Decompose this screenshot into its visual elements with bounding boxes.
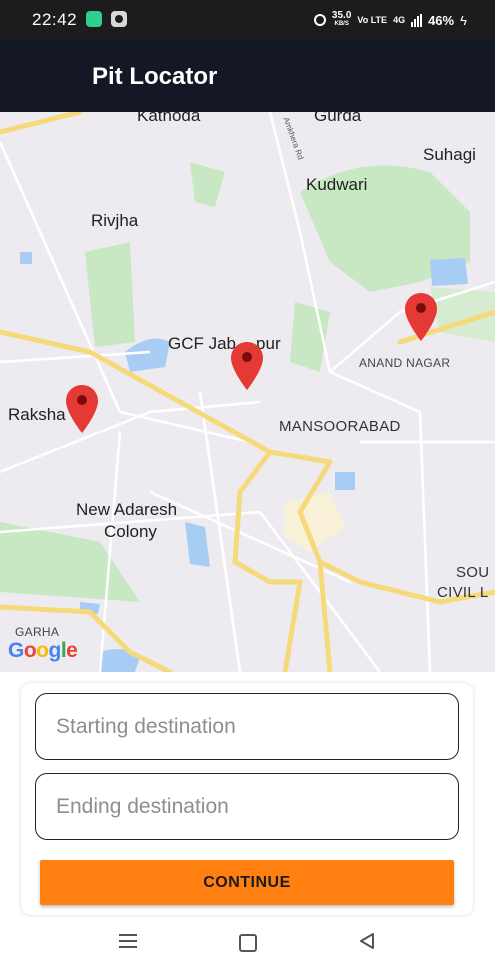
place-label-civil-lines: CIVIL L [437, 584, 489, 601]
app-title: Pit Locator [92, 63, 218, 90]
app-bar: Pit Locator [0, 40, 495, 112]
place-label-mansoorabad: MANSOORABAD [279, 418, 401, 435]
place-label-gurda: Gurda [314, 112, 362, 125]
water-body [20, 252, 32, 264]
starting-destination-input[interactable] [35, 693, 459, 760]
signal-icon [411, 13, 423, 27]
place-label-kathoda: Kathoda [137, 112, 201, 125]
water-body [125, 338, 170, 372]
water-body [185, 522, 210, 567]
network-speed-unit: KB/S [334, 21, 349, 27]
water-body [430, 258, 468, 286]
battery-level: 46% [428, 12, 455, 28]
system-nav-bar [0, 918, 495, 968]
volte-indicator: Vo LTE [357, 15, 388, 25]
water-body [335, 472, 355, 490]
map-pin-marker[interactable] [64, 383, 100, 435]
place-label-new-adaresh: New Adaresh [76, 500, 178, 519]
home-button[interactable] [239, 934, 257, 952]
network-speed-value: 35.0 [331, 10, 352, 21]
place-label-anand-nagar: ANAND NAGAR [359, 356, 451, 370]
ending-destination-input[interactable] [35, 773, 459, 840]
settings-notification-icon [111, 11, 127, 27]
place-label-colony: Colony [104, 522, 157, 541]
place-label-rivjha: Rivjha [91, 211, 139, 230]
map-pin-marker[interactable] [229, 340, 265, 392]
status-time: 22:42 [32, 10, 78, 29]
back-button[interactable] [358, 932, 376, 950]
place-label-sou: SOU [456, 564, 490, 581]
route-form-card: CONTINUE [21, 683, 473, 915]
gcf-label-part1: GCF Jab [168, 334, 237, 353]
map-view[interactable]: Kathoda Gurda Amkhera Rd Suhagi Kudwari … [0, 112, 495, 672]
network-type: 4G [393, 15, 406, 25]
notification-app-icon [86, 11, 102, 27]
place-label-raksha: Raksha [8, 405, 66, 424]
map-pin-marker[interactable] [403, 291, 439, 343]
network-speed: 35.0 KB/S [331, 10, 352, 28]
place-label-suhagi: Suhagi [423, 145, 476, 164]
place-label-kudwari: Kudwari [306, 175, 368, 194]
google-logo: Google [8, 639, 78, 662]
charging-icon: ϟ [460, 12, 467, 28]
park-area [290, 302, 330, 372]
park-area [190, 162, 225, 207]
status-bar: 22:42 35.0 KB/S Vo LTE 4G 46% ϟ [0, 0, 495, 40]
alarm-icon [313, 14, 326, 26]
status-right-group: 35.0 KB/S Vo LTE 4G 46% ϟ [313, 10, 467, 29]
continue-button[interactable]: CONTINUE [40, 860, 454, 905]
recent-apps-button[interactable] [119, 934, 137, 948]
place-label-garha: GARHA [15, 625, 60, 639]
park-area [85, 242, 135, 347]
